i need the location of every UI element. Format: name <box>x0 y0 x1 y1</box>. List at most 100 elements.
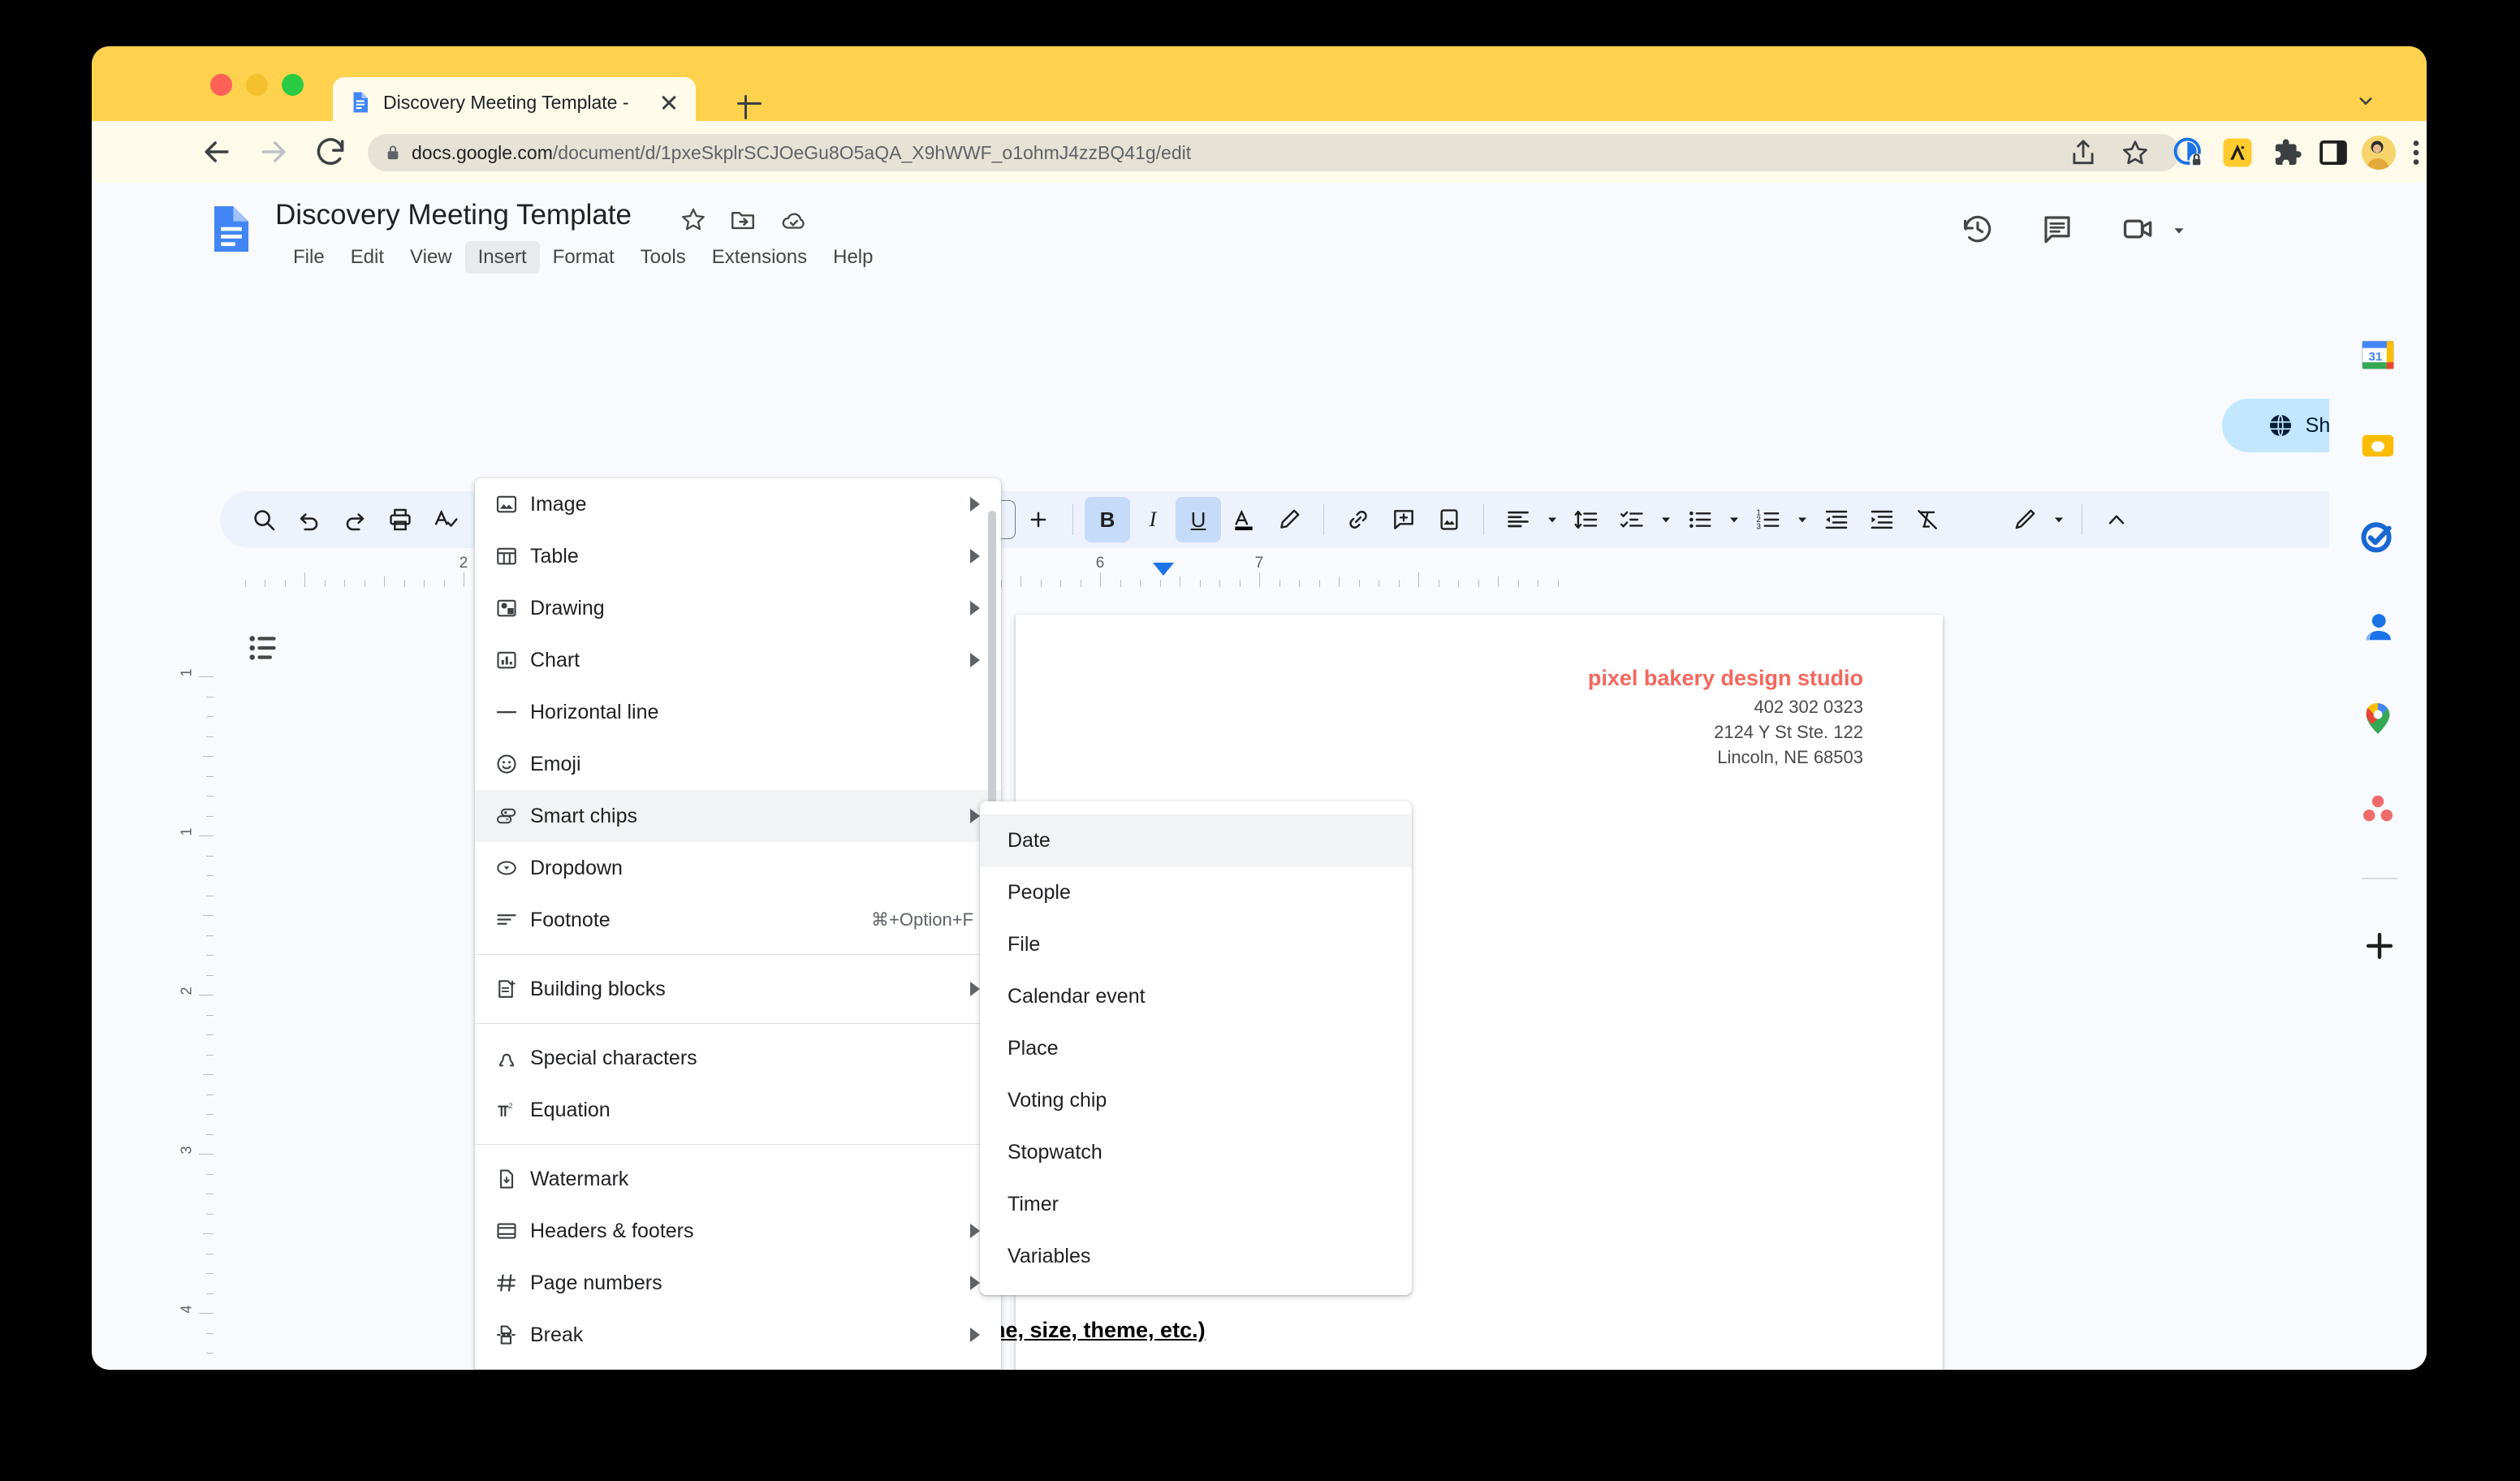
submenu-item-stopwatch[interactable]: Stopwatch <box>980 1126 1412 1178</box>
privacy-badger-icon[interactable] <box>2172 136 2206 170</box>
star-icon[interactable] <box>680 205 707 233</box>
search-icon[interactable] <box>241 497 287 542</box>
checklist-icon[interactable] <box>1609 497 1655 542</box>
chevron-down-icon[interactable] <box>1723 497 1745 542</box>
google-meet-icon[interactable] <box>2121 212 2155 246</box>
menu-item-special-characters[interactable]: Special characters <box>475 1032 1001 1084</box>
menu-item-horizontal-line[interactable]: Horizontal line <box>475 686 1001 738</box>
editing-mode-pencil-icon[interactable] <box>2002 497 2048 542</box>
chevron-down-icon[interactable] <box>1655 497 1677 542</box>
numbered-list-icon[interactable]: 123 <box>1745 497 1791 542</box>
submenu-item-date[interactable]: Date <box>980 814 1412 866</box>
submenu-item-place[interactable]: Place <box>980 1022 1412 1074</box>
browser-tab[interactable]: Discovery Meeting Template - <box>333 77 696 127</box>
increase-font-size-button[interactable] <box>1016 497 1061 542</box>
page-title[interactable]: Discovery Meeting Template <box>275 199 632 231</box>
bulleted-list-icon[interactable] <box>1677 497 1723 542</box>
clear-formatting-icon[interactable] <box>1905 497 1950 542</box>
google-maps-icon[interactable] <box>2358 699 2397 738</box>
google-docs-logo[interactable] <box>209 204 254 254</box>
insert-image-icon[interactable] <box>1426 497 1472 542</box>
menu-item-dropdown[interactable]: Dropdown <box>475 842 1001 894</box>
decrease-indent-icon[interactable] <box>1814 497 1859 542</box>
bold-icon[interactable]: B <box>1085 497 1130 542</box>
menu-item-building-blocks[interactable]: Building blocks <box>475 963 1001 1015</box>
spellcheck-icon[interactable] <box>423 497 468 542</box>
italic-icon[interactable]: I <box>1130 497 1176 542</box>
collapse-toolbar-chevron-up-icon[interactable] <box>2094 497 2139 542</box>
menu-format[interactable]: Format <box>540 241 628 274</box>
menu-insert[interactable]: Insert <box>464 241 540 274</box>
puzzle-extensions-icon[interactable] <box>2269 136 2303 170</box>
version-history-icon[interactable] <box>1961 212 1995 246</box>
back-arrow-icon[interactable] <box>199 134 235 170</box>
increase-indent-icon[interactable] <box>1859 497 1905 542</box>
chevron-down-icon[interactable] <box>2170 222 2188 240</box>
document-outline-icon[interactable] <box>246 629 283 667</box>
chevron-down-icon[interactable] <box>1541 497 1564 542</box>
share-icon[interactable] <box>2068 137 2099 168</box>
profile-avatar[interactable] <box>2362 136 2396 170</box>
yellow-extension-icon[interactable] <box>2220 136 2255 170</box>
google-keep-icon[interactable] <box>2358 426 2397 465</box>
submenu-item-people[interactable]: People <box>980 866 1412 918</box>
align-left-icon[interactable] <box>1495 497 1541 542</box>
submenu-item-variables[interactable]: Variables <box>980 1230 1412 1282</box>
submenu-item-file[interactable]: File <box>980 918 1412 970</box>
address-bar[interactable]: docs.google.com/document/d/1pxeSkplrSCJO… <box>368 134 2180 171</box>
menu-item-smart-chips[interactable]: Smart chips <box>475 790 1001 842</box>
add-comment-icon[interactable] <box>1381 497 1426 542</box>
new-tab-plus-icon[interactable] <box>733 87 766 119</box>
menu-item-page-numbers[interactable]: Page numbers <box>475 1257 1001 1309</box>
vertical-ruler[interactable]: 1 1 2 3 4 <box>179 598 214 1370</box>
side-panel-icon[interactable] <box>2316 136 2350 170</box>
text-color-icon[interactable] <box>1221 497 1266 542</box>
menu-tools[interactable]: Tools <box>628 241 699 274</box>
menu-view[interactable]: View <box>397 241 465 274</box>
print-icon[interactable] <box>378 497 423 542</box>
chevron-down-icon[interactable] <box>2354 89 2378 113</box>
submenu-item-voting-chip[interactable]: Voting chip <box>980 1074 1412 1126</box>
insert-menu-dropdown[interactable]: Image Table Drawing Chart Horizontal line Emo… <box>475 478 1001 1370</box>
window-close-button[interactable] <box>210 74 232 96</box>
star-icon[interactable] <box>2120 137 2151 168</box>
add-ons-plus-icon[interactable] <box>2362 928 2397 964</box>
menu-item-chart[interactable]: Chart <box>475 634 1001 686</box>
google-calendar-icon[interactable]: 31 <box>2358 335 2397 374</box>
menu-file[interactable]: File <box>280 241 338 274</box>
menu-item-emoji[interactable]: Emoji <box>475 738 1001 790</box>
menu-item-headers-footers[interactable]: Headers & footers <box>475 1205 1001 1257</box>
undo-icon[interactable] <box>287 497 332 542</box>
forward-arrow-icon[interactable] <box>256 134 291 170</box>
submenu-item-calendar-event[interactable]: Calendar event <box>980 970 1412 1022</box>
redo-icon[interactable] <box>332 497 378 542</box>
menu-item-watermark[interactable]: Watermark <box>475 1153 1001 1205</box>
menu-item-break[interactable]: Break <box>475 1309 1001 1361</box>
close-icon[interactable] <box>657 90 681 114</box>
chevron-down-icon[interactable] <box>2048 497 2070 542</box>
google-tasks-icon[interactable] <box>2358 517 2397 556</box>
move-to-folder-icon[interactable] <box>729 205 757 233</box>
line-spacing-icon[interactable] <box>1564 497 1609 542</box>
smart-chips-submenu[interactable]: Date People File Calendar event Place Voting … <box>980 801 1412 1295</box>
document-status-cloud-icon[interactable] <box>780 205 808 233</box>
reload-icon[interactable] <box>313 134 348 170</box>
google-contacts-icon[interactable] <box>2358 608 2397 647</box>
menu-item-drawing[interactable]: Drawing <box>475 582 1001 634</box>
menu-help[interactable]: Help <box>820 241 886 274</box>
window-maximize-button[interactable] <box>282 74 304 96</box>
menu-edit[interactable]: Edit <box>338 241 397 274</box>
comment-history-icon[interactable] <box>2040 212 2074 246</box>
menu-item-equation[interactable]: 2 Equation <box>475 1084 1001 1136</box>
menu-item-table[interactable]: Table <box>475 530 1001 582</box>
highlight-color-icon[interactable] <box>1266 497 1312 542</box>
menu-item-footnote[interactable]: Footnote ⌘+Option+F <box>475 894 1001 946</box>
insert-link-icon[interactable] <box>1336 497 1381 542</box>
underline-icon[interactable]: U <box>1176 497 1221 542</box>
window-minimize-button[interactable] <box>246 74 268 96</box>
asana-icon[interactable] <box>2358 790 2397 829</box>
indent-marker[interactable] <box>1153 563 1175 576</box>
three-dot-menu-icon[interactable] <box>2399 136 2427 170</box>
menu-extensions[interactable]: Extensions <box>699 241 820 274</box>
menu-item-image[interactable]: Image <box>475 478 1001 530</box>
